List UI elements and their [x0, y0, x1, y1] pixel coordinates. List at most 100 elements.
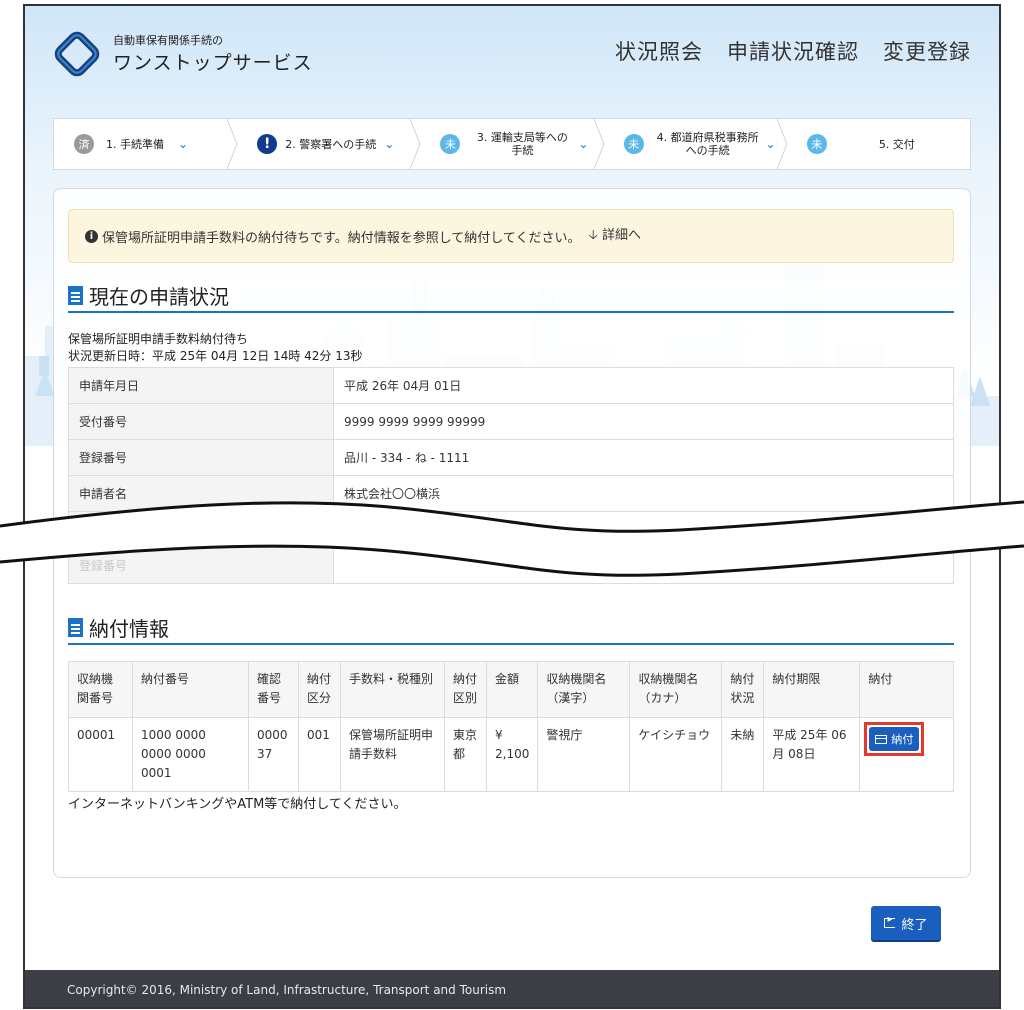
payment-info-title: 納付情報 — [68, 613, 169, 642]
document-icon — [68, 618, 83, 637]
table-cell: 保管場所証明申請手数料 — [340, 717, 445, 792]
pending-badge-icon: 未 — [440, 134, 461, 154]
logo — [54, 31, 100, 77]
step-label: 2. 警察署への手続 — [285, 137, 377, 151]
table-cell: 1000 0000 0000 0000 0001 — [132, 717, 249, 792]
header: 自動車保有関係手続の ワンストップサービス 状況照会 申請状況確認 変更登録 — [25, 6, 999, 106]
chevron-down-icon[interactable]: ⌄ — [578, 137, 588, 151]
table-cell: 平成 25年 06月 08日 — [763, 717, 861, 792]
column-header: 手数料・税種別 — [340, 661, 445, 718]
column-header: 納付状況 — [721, 661, 765, 718]
step-preparation[interactable]: 済 1. 手続準備 ⌄ — [54, 119, 238, 169]
nav-status-inquiry[interactable]: 状況照会 — [615, 36, 703, 66]
row-value: 9999 9999 9999 99999 — [333, 403, 954, 440]
column-header: 納付番号 — [132, 661, 249, 718]
row-key: 申請者名 — [68, 475, 334, 512]
column-header: 確認番号 — [248, 661, 299, 718]
row-key: 登録番号 — [68, 547, 334, 584]
pending-badge-icon: 未 — [623, 134, 644, 154]
nav-application-status[interactable]: 申請状況確認 — [727, 36, 859, 66]
alert-text: 保管場所証明申請手数料の納付待ちです。納付情報を参照して納付してください。 — [102, 230, 581, 246]
step-delivery[interactable]: 未 5. 交付 — [787, 119, 970, 169]
payment-note: インターネットバンキングやATM等で納付してください。 — [68, 797, 407, 812]
current-status-title: 現在の申請状況 — [68, 281, 229, 310]
step-transport-bureau[interactable]: 未 3. 運輸支局等への手続 ⌄ — [420, 119, 605, 169]
row-value — [333, 547, 954, 584]
column-header: 納付期限 — [763, 661, 861, 718]
end-button-label: 終了 — [901, 917, 928, 933]
status-summary: 保管場所証明申請手数料納付待ち 状況更新日時：平成 25年 04月 12日 14… — [68, 331, 363, 365]
column-header: 収納機関名（漢字） — [537, 661, 631, 718]
pay-button-highlight: 納付 — [864, 722, 925, 756]
table-row: 申請年月日 平成 26年 04月 01日 — [68, 367, 954, 404]
brand-title: ワンストップサービス — [113, 52, 313, 74]
sign-out-icon — [884, 914, 896, 928]
credit-card-icon — [875, 734, 888, 744]
pending-badge-icon: 未 — [806, 134, 827, 154]
table-cell: 警視庁 — [537, 717, 631, 792]
table-row: 申請者名 株式会社〇〇横浜 — [68, 475, 954, 512]
row-value — [333, 511, 954, 548]
chevron-down-icon[interactable]: ⌄ — [384, 137, 394, 151]
section-divider — [68, 643, 954, 645]
table-cell: 000037 — [248, 717, 299, 792]
row-key: 受付番号 — [68, 403, 334, 440]
row-key: 申請年月日 — [68, 367, 334, 404]
row-key — [68, 511, 334, 548]
step-police[interactable]: ! 2. 警察署への手続 ⌄ — [237, 119, 421, 169]
footer: Copyright© 2016, Ministry of Land, Infra… — [25, 970, 999, 1007]
table-cell: 未納 — [721, 717, 765, 792]
progress-steps: 済 1. 手続準備 ⌄ ! 2. 警察署への手続 ⌄ 未 3. 運輸支局等への手… — [53, 118, 971, 170]
chevron-down-icon[interactable]: ⌄ — [178, 137, 188, 151]
column-header: 納付区別 — [444, 661, 487, 718]
table-cell: ¥ 2,100 — [485, 717, 539, 792]
step-tax-office[interactable]: 未 4. 都道府県税事務所への手続 ⌄ — [604, 119, 788, 169]
section-divider — [68, 311, 954, 313]
column-header: 収納機関名（カナ） — [629, 661, 723, 718]
row-key: 登録番号 — [68, 439, 334, 476]
table-row: 受付番号 9999 9999 9999 99999 — [68, 403, 954, 440]
row-value: 平成 26年 04月 01日 — [333, 367, 954, 404]
step-label: 1. 手続準備 — [106, 137, 164, 151]
copyright-text: Copyright© 2016, Ministry of Land, Infra… — [67, 983, 507, 997]
pay-button-label: 納付 — [891, 733, 914, 746]
alert-message: i 保管場所証明申請手数料の納付待ちです。納付情報を参照して納付してください。 … — [68, 209, 954, 263]
table-cell: 東京都 — [444, 717, 487, 792]
step-label: 4. 都道府県税事務所への手続 — [656, 131, 759, 157]
table-cell: ケイシチョウ — [629, 717, 723, 792]
step-label: 3. 運輸支局等への手続 — [476, 131, 568, 157]
info-icon: i — [85, 229, 98, 243]
section-title-text: 現在の申請状況 — [89, 285, 229, 309]
column-header: 収納機関番号 — [68, 661, 133, 718]
details-link-label: 詳細へ — [602, 228, 642, 243]
column-header: 金額 — [485, 661, 539, 718]
column-header: 納付 — [859, 661, 954, 718]
table-row: 登録番号 — [68, 547, 954, 584]
section-title-text: 納付情報 — [89, 617, 169, 641]
application-info-table: 申請年月日 平成 26年 04月 01日 受付番号 9999 9999 9999 9… — [68, 367, 954, 584]
top-nav: 状況照会 申請状況確認 変更登録 — [615, 36, 971, 66]
table-cell: 001 — [298, 717, 341, 792]
table-row: 登録番号 品川 - 334 - ね - 1111 — [68, 439, 954, 476]
table-cell: 00001 — [68, 717, 133, 792]
row-value: 品川 - 334 - ね - 1111 — [333, 439, 954, 476]
nav-change-registration[interactable]: 変更登録 — [883, 36, 971, 66]
table-row — [68, 511, 954, 548]
document-icon — [68, 286, 83, 305]
row-value: 株式会社〇〇横浜 — [333, 475, 954, 512]
step-label: 5. 交付 — [878, 137, 915, 151]
status-updated-time: 状況更新日時：平成 25年 04月 12日 14時 42分 13秒 — [68, 349, 363, 363]
done-badge-icon: 済 — [74, 134, 94, 154]
table-header-row: 収納機関番号 納付番号 確認番号 納付区分 手数料・税種別 納付区別 金額 収納… — [68, 661, 954, 718]
status-text: 保管場所証明申請手数料納付待ち — [68, 332, 249, 346]
main-card: i 保管場所証明申請手数料の納付待ちです。納付情報を参照して納付してください。 … — [53, 188, 971, 878]
table-cell: 納付 — [859, 717, 954, 792]
table-row: 00001 1000 0000 0000 0000 0001 000037 00… — [68, 717, 954, 792]
pay-button[interactable]: 納付 — [869, 727, 920, 751]
end-button[interactable]: 終了 — [871, 906, 941, 940]
details-link[interactable]: 🡣 詳細へ — [589, 224, 641, 248]
brand-subtitle: 自動車保有関係手続の — [113, 34, 223, 47]
payment-table: 収納機関番号 納付番号 確認番号 納付区分 手数料・税種別 納付区別 金額 収納… — [68, 661, 954, 792]
column-header: 納付区分 — [298, 661, 341, 718]
alert-badge-icon: ! — [257, 134, 278, 154]
